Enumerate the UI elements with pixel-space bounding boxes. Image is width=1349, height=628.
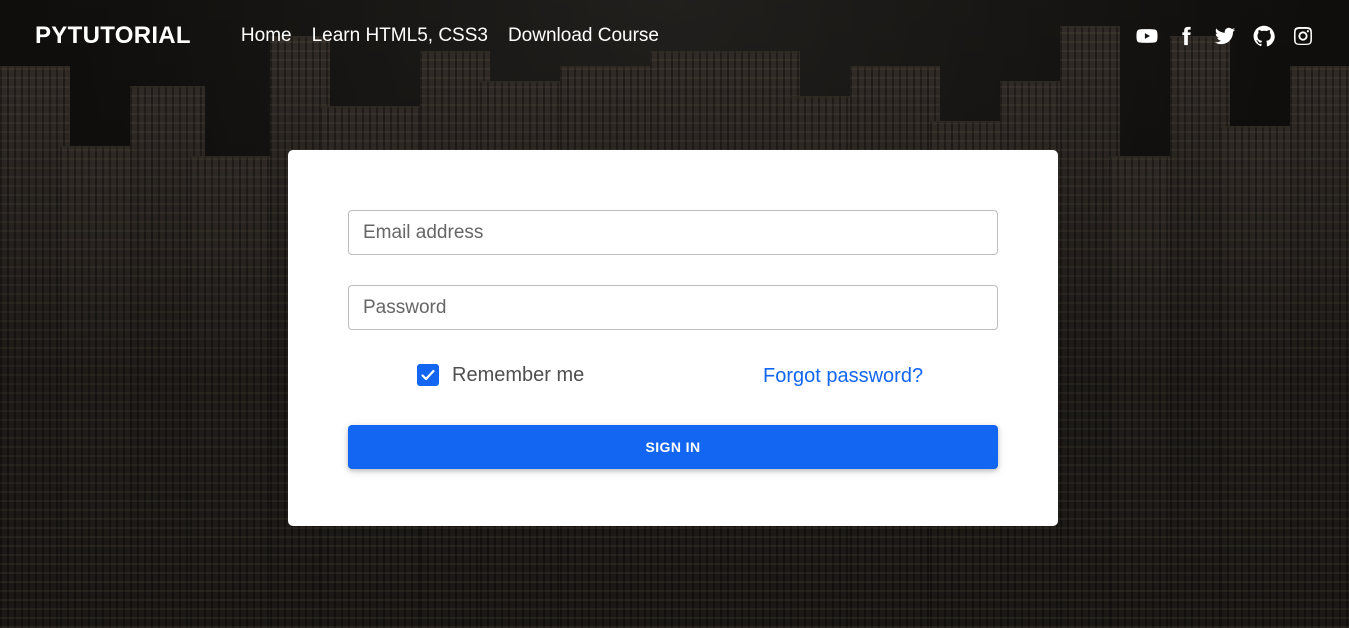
navbar: PYTUTORIAL Home Learn HTML5, CSS3 Downlo…	[0, 0, 1349, 72]
brand-logo[interactable]: PYTUTORIAL	[35, 22, 191, 50]
twitter-icon[interactable]	[1214, 25, 1236, 47]
login-card: Remember me Forgot password? SIGN IN	[288, 150, 1058, 526]
nav-link-learn-html5-css3[interactable]: Learn HTML5, CSS3	[312, 25, 488, 47]
social-links	[1136, 25, 1314, 47]
remember-me-label: Remember me	[452, 363, 585, 386]
nav-link-home[interactable]: Home	[241, 25, 292, 47]
checkmark-icon	[421, 369, 435, 381]
nav-links: Home Learn HTML5, CSS3 Download Course	[241, 25, 659, 47]
forgot-password-link[interactable]: Forgot password?	[763, 365, 923, 388]
password-input[interactable]	[348, 285, 998, 330]
remember-me-checkbox[interactable]	[417, 364, 439, 386]
remember-forgot-row: Remember me Forgot password?	[348, 360, 998, 390]
facebook-icon[interactable]	[1175, 25, 1197, 47]
github-icon[interactable]	[1253, 25, 1275, 47]
instagram-icon[interactable]	[1292, 25, 1314, 47]
sign-in-button[interactable]: SIGN IN	[348, 425, 998, 469]
nav-link-download-course[interactable]: Download Course	[508, 25, 659, 47]
remember-me[interactable]: Remember me	[417, 364, 584, 387]
youtube-icon[interactable]	[1136, 25, 1158, 47]
email-input[interactable]	[348, 210, 998, 255]
